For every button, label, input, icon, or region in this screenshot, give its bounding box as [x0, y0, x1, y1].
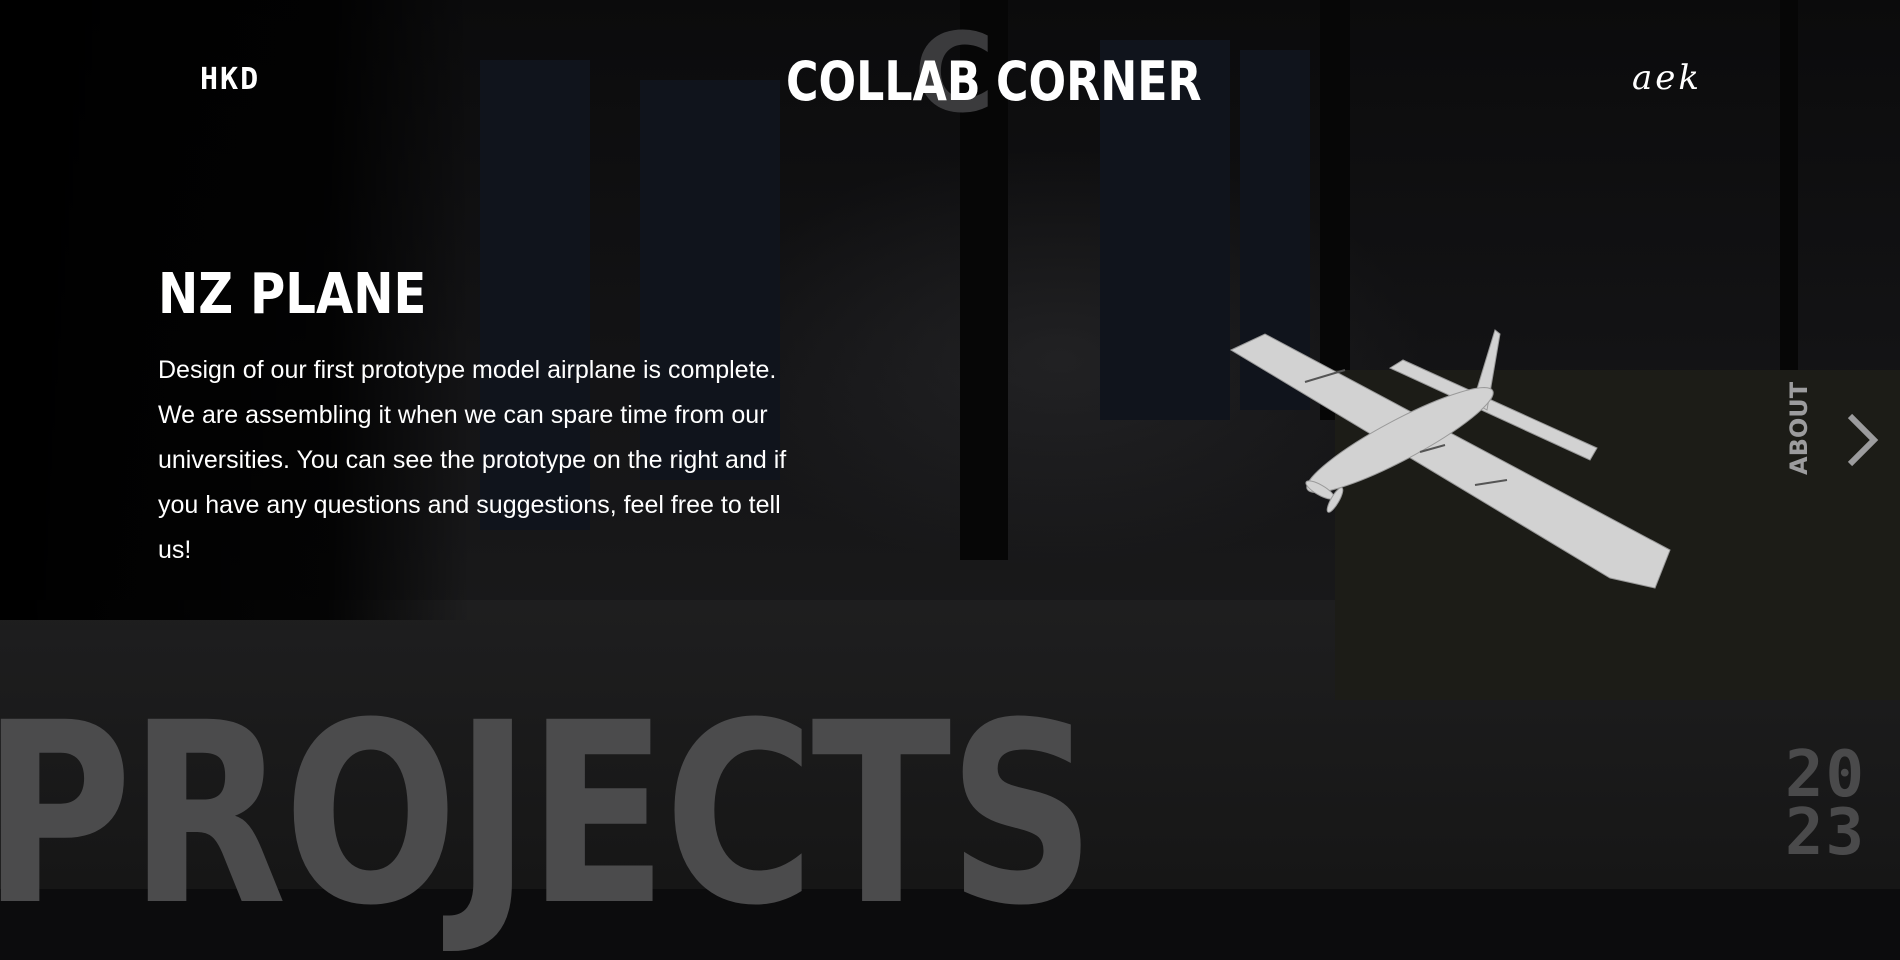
- about-nav[interactable]: ABOUT: [1780, 382, 1882, 475]
- year-label: 20 23: [1785, 743, 1867, 870]
- brand-block[interactable]: C COLLAB CORNER: [786, 18, 1202, 140]
- section-background-label: PROJECTS: [0, 669, 1096, 960]
- about-label: ABOUT: [1785, 381, 1813, 475]
- airplane-prototype-image: [1229, 329, 1671, 589]
- hkd-logo[interactable]: HKD: [200, 62, 260, 97]
- site-title: COLLAB CORNER: [786, 50, 1202, 113]
- aek-logo[interactable]: aek: [1632, 58, 1702, 98]
- year-bottom: 23: [1785, 796, 1867, 870]
- project-title: NZ PLANE: [158, 262, 427, 327]
- project-description: Design of our first prototype model airp…: [158, 356, 787, 564]
- chevron-right-icon[interactable]: [1842, 410, 1882, 470]
